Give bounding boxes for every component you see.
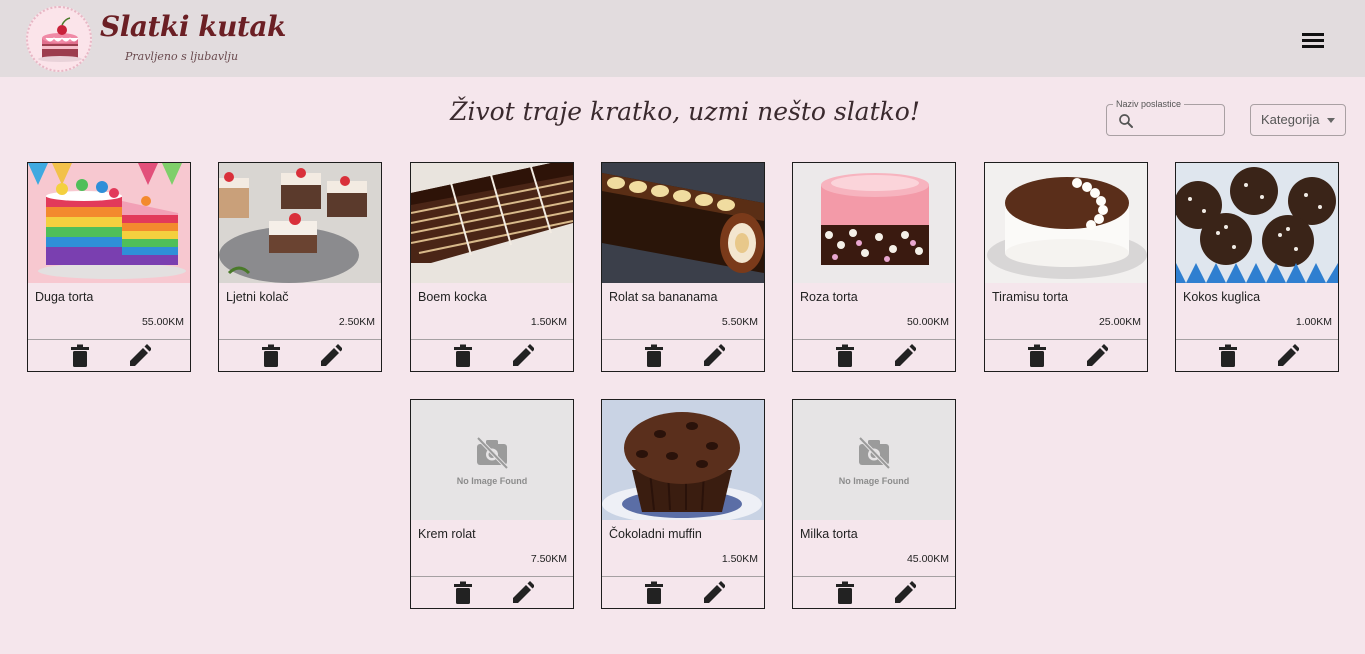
card-divider <box>411 576 573 577</box>
delete-icon[interactable] <box>1025 343 1049 369</box>
category-dropdown[interactable]: Kategorija <box>1250 104 1346 136</box>
product-image-strawberry-squares[interactable] <box>219 163 381 283</box>
product-name: Duga torta <box>35 290 94 304</box>
product-price: 7.50KM <box>530 553 567 565</box>
card-divider <box>793 576 955 577</box>
product-name: Rolat sa bananama <box>609 290 718 304</box>
product-price: 1.50KM <box>530 316 567 328</box>
brand-title[interactable]: Slatki kutak <box>100 10 286 43</box>
hamburger-menu-icon[interactable] <box>1300 30 1326 50</box>
product-name: Milka torta <box>800 527 858 541</box>
edit-pencil-icon[interactable] <box>127 343 151 369</box>
product-image-pink-cake[interactable] <box>793 163 955 283</box>
product-card[interactable]: No Image Found Krem rolat 7.50KM <box>410 399 574 609</box>
caret-down-icon <box>1327 118 1335 123</box>
edit-pencil-icon[interactable] <box>1275 343 1299 369</box>
edit-pencil-icon[interactable] <box>1084 343 1108 369</box>
search-field[interactable]: Naziv poslastice <box>1106 98 1225 136</box>
product-image-placeholder[interactable]: No Image Found <box>793 400 955 520</box>
product-name: Roza torta <box>800 290 858 304</box>
product-image-chocolate-muffin[interactable] <box>602 400 764 520</box>
product-price: 55.00KM <box>141 316 184 328</box>
product-card[interactable]: Duga torta 55.00KM <box>27 162 191 372</box>
no-camera-icon <box>858 436 891 470</box>
product-card[interactable]: Roza torta 50.00KM <box>792 162 956 372</box>
card-divider <box>985 339 1147 340</box>
no-image-text: No Image Found <box>838 476 910 486</box>
edit-pencil-icon[interactable] <box>701 580 725 606</box>
product-name: Kokos kuglica <box>1183 290 1261 304</box>
product-name: Boem kocka <box>418 290 487 304</box>
product-price: 1.00KM <box>1295 316 1332 328</box>
top-app-bar: Slatki kutak Pravljeno s ljubavlju <box>0 0 1365 77</box>
product-image-rainbow-cake[interactable] <box>28 163 190 283</box>
edit-pencil-icon[interactable] <box>701 343 725 369</box>
product-price: 25.00KM <box>1098 316 1141 328</box>
delete-icon[interactable] <box>833 580 857 606</box>
product-image-banana-roll[interactable] <box>602 163 764 283</box>
delete-icon[interactable] <box>68 343 92 369</box>
product-price: 1.50KM <box>721 553 758 565</box>
card-divider <box>793 339 955 340</box>
card-divider <box>219 339 381 340</box>
delete-icon[interactable] <box>451 580 475 606</box>
card-divider <box>602 339 764 340</box>
product-card[interactable]: Tiramisu torta 25.00KM <box>984 162 1148 372</box>
product-card[interactable]: Boem kocka 1.50KM <box>410 162 574 372</box>
product-card[interactable]: Ljetni kolač 2.50KM <box>218 162 382 372</box>
edit-pencil-icon[interactable] <box>892 580 916 606</box>
category-dropdown-label: Kategorija <box>1261 112 1320 127</box>
product-image-tiramisu-cake[interactable] <box>985 163 1147 283</box>
edit-pencil-icon[interactable] <box>318 343 342 369</box>
product-price: 50.00KM <box>906 316 949 328</box>
product-name: Tiramisu torta <box>992 290 1068 304</box>
product-card[interactable]: Čokoladni muffin 1.50KM <box>601 399 765 609</box>
product-card[interactable]: Kokos kuglica 1.00KM <box>1175 162 1339 372</box>
product-card[interactable]: No Image Found Milka torta 45.00KM <box>792 399 956 609</box>
search-field-label: Naziv poslastice <box>1113 98 1185 110</box>
edit-pencil-icon[interactable] <box>510 343 534 369</box>
card-divider <box>411 339 573 340</box>
delete-icon[interactable] <box>642 343 666 369</box>
edit-pencil-icon[interactable] <box>510 580 534 606</box>
product-image-placeholder[interactable]: No Image Found <box>411 400 573 520</box>
delete-icon[interactable] <box>259 343 283 369</box>
search-input[interactable] <box>1139 111 1219 129</box>
product-name: Ljetni kolač <box>226 290 289 304</box>
brand-subtitle: Pravljeno s ljubavlju <box>125 50 239 63</box>
logo-cake-icon[interactable] <box>26 6 92 72</box>
card-divider <box>1176 339 1338 340</box>
card-divider <box>28 339 190 340</box>
product-card[interactable]: Rolat sa bananama 5.50KM <box>601 162 765 372</box>
edit-pencil-icon[interactable] <box>892 343 916 369</box>
card-divider <box>602 576 764 577</box>
product-image-coconut-balls[interactable] <box>1176 163 1338 283</box>
product-name: Čokoladni muffin <box>609 527 702 541</box>
delete-icon[interactable] <box>1216 343 1240 369</box>
delete-icon[interactable] <box>833 343 857 369</box>
page-headline: Život traje kratko, uzmi nešto slatko! <box>450 97 920 126</box>
delete-icon[interactable] <box>642 580 666 606</box>
product-price: 45.00KM <box>906 553 949 565</box>
product-name: Krem rolat <box>418 527 476 541</box>
product-price: 5.50KM <box>721 316 758 328</box>
product-price: 2.50KM <box>338 316 375 328</box>
no-image-text: No Image Found <box>456 476 528 486</box>
delete-icon[interactable] <box>451 343 475 369</box>
no-camera-icon <box>476 436 509 470</box>
product-image-chocolate-layer-slices[interactable] <box>411 163 573 283</box>
search-icon <box>1119 114 1133 128</box>
